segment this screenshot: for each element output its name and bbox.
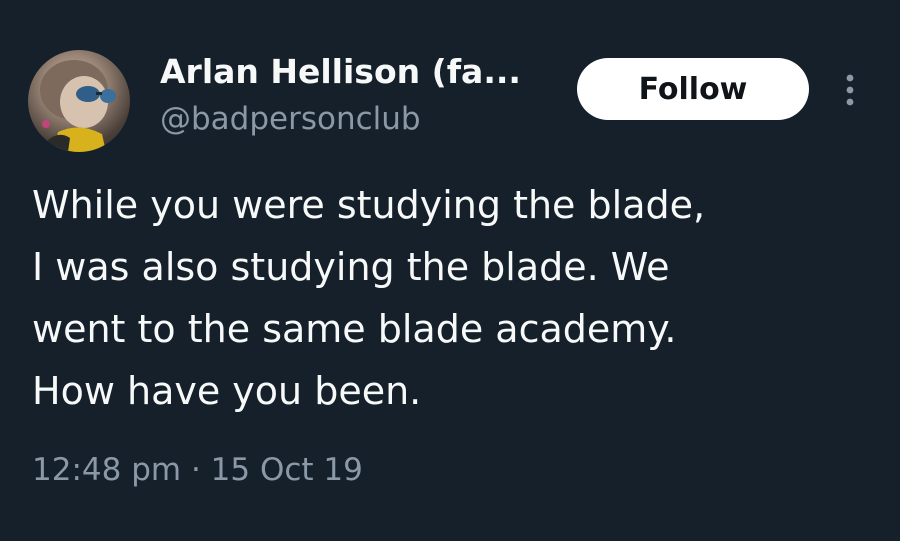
follow-button[interactable]: Follow xyxy=(577,58,809,120)
tweet-text-line: How have you been. xyxy=(32,369,422,413)
tweet-date[interactable]: 15 Oct 19 xyxy=(211,452,363,488)
author-avatar[interactable] xyxy=(28,50,130,152)
tweet-card: Arlan Hellison (fa... @badpersonclub Fol… xyxy=(0,0,900,541)
profile-photo-icon xyxy=(40,60,116,152)
meta-separator: · xyxy=(190,452,201,488)
tweet-text-line: I was also studying the blade. We xyxy=(32,245,670,289)
tweet-time[interactable]: 12:48 pm xyxy=(32,452,181,488)
tweet-text-line: While you were studying the blade, xyxy=(32,183,706,227)
tweet-meta: 12:48 pm · 15 Oct 19 xyxy=(32,446,363,494)
author-display-name[interactable]: Arlan Hellison (fa... xyxy=(160,50,521,94)
more-vertical-icon[interactable] xyxy=(838,70,862,110)
tweet-text: While you were studying the blade, I was… xyxy=(32,174,872,422)
author-handle[interactable]: @badpersonclub xyxy=(160,98,421,140)
tweet-text-line: went to the same blade academy. xyxy=(32,307,677,351)
